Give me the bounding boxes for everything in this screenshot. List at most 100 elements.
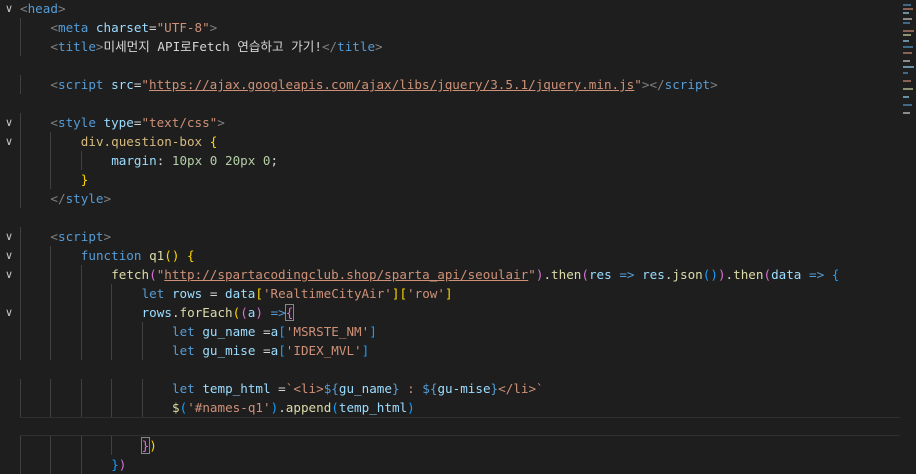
code-token: . xyxy=(725,267,734,282)
code-line[interactable]: ∨ <head> xyxy=(0,0,900,18)
indent-guide xyxy=(80,322,82,341)
code-line[interactable]: let gu_name =a['MSRSTE_NM'] xyxy=(0,322,900,341)
fold-chevron-icon[interactable]: ∨ xyxy=(5,265,15,284)
code-token: " xyxy=(634,77,642,92)
indent-guide xyxy=(50,246,52,265)
indent-guide xyxy=(20,113,21,132)
code-line[interactable]: <meta charset="UTF-8"> xyxy=(0,18,900,37)
minimap-stroke xyxy=(903,96,909,98)
code-token: > xyxy=(710,77,718,92)
code-text: <meta charset="UTF-8"> xyxy=(50,18,217,37)
code-token: } xyxy=(80,172,89,187)
code-line[interactable]: let gu_mise =a['IDEX_MVL'] xyxy=(0,341,900,360)
minimap-stroke xyxy=(903,30,914,32)
code-token: < xyxy=(50,20,58,35)
indent-guide xyxy=(50,132,52,151)
indent-guide xyxy=(50,341,52,360)
code-line[interactable] xyxy=(0,417,900,436)
code-token: res xyxy=(642,267,665,282)
indent-guide xyxy=(111,284,113,303)
code-line[interactable]: ∨ <style type="text/css"> xyxy=(0,113,900,132)
code-token: { xyxy=(187,248,195,263)
code-line[interactable]: ∨ div.question-box { xyxy=(0,132,900,151)
code-token: then xyxy=(551,267,582,282)
fold-chevron-icon[interactable]: ∨ xyxy=(5,303,15,322)
code-line[interactable]: let temp_html =`<li>${gu_name} : ${gu-mi… xyxy=(0,379,900,398)
code-token: ( xyxy=(331,400,339,415)
code-token: gu_name xyxy=(338,381,392,396)
code-token: = xyxy=(255,343,271,358)
indent-guide xyxy=(80,341,82,360)
code-line[interactable]: ∨ function q1() { xyxy=(0,246,900,265)
code-token: div.question-box xyxy=(80,134,203,149)
code-line[interactable]: }) xyxy=(0,455,900,474)
fold-chevron-icon[interactable]: ∨ xyxy=(5,0,15,18)
code-token: '#names-q1' xyxy=(187,400,271,415)
indent-guide xyxy=(111,379,113,398)
code-line[interactable]: <script src="https://ajax.googleapis.com… xyxy=(0,75,900,94)
code-token: [ xyxy=(278,324,286,339)
code-token: 0 xyxy=(262,153,271,168)
code-token: append xyxy=(285,400,332,415)
fold-chevron-icon[interactable]: ∨ xyxy=(5,246,15,265)
code-token: < xyxy=(50,39,58,54)
indent-guide xyxy=(50,303,52,322)
code-line[interactable] xyxy=(0,360,900,379)
code-text: <script src="https://ajax.googleapis.com… xyxy=(50,75,717,94)
code-text: <head> xyxy=(20,0,66,18)
code-text: $('#names-q1').append(temp_html) xyxy=(172,398,415,417)
fold-chevron-icon[interactable]: ∨ xyxy=(5,113,15,132)
code-token: ) xyxy=(255,305,263,320)
minimap-stroke xyxy=(903,60,910,62)
code-token: => xyxy=(619,267,635,282)
code-line[interactable] xyxy=(0,56,900,75)
fold-chevron-icon[interactable]: ∨ xyxy=(5,227,15,246)
minimap-stroke xyxy=(903,34,911,36)
code-token: fetch xyxy=(111,267,150,282)
minimap-stroke xyxy=(903,18,912,20)
code-token: ) xyxy=(717,267,726,282)
code-token: ] xyxy=(361,343,370,358)
indent-guide xyxy=(20,189,21,208)
code-text: }) xyxy=(111,455,126,474)
code-token: "text/css" xyxy=(141,115,218,130)
code-token: $ xyxy=(172,400,180,415)
code-token: margin xyxy=(111,153,157,168)
indent-guide xyxy=(111,303,113,322)
code-token: < xyxy=(20,1,28,16)
code-token: title xyxy=(57,39,96,54)
code-line[interactable] xyxy=(0,94,900,113)
code-line[interactable]: <title>미세먼지 API로Fetch 연습하고 가기!</title> xyxy=(0,37,900,56)
code-token: } xyxy=(391,381,400,396)
code-token: </li>` xyxy=(498,381,544,396)
code-token: ( xyxy=(149,267,157,282)
code-token: </ xyxy=(321,39,338,54)
code-line[interactable]: ∨ <script> xyxy=(0,227,900,246)
indent-guide xyxy=(20,37,21,56)
code-line[interactable]: </style> xyxy=(0,189,900,208)
fold-chevron-icon[interactable]: ∨ xyxy=(5,132,15,151)
code-token: 'MSRSTE_NM' xyxy=(285,324,370,339)
code-line[interactable] xyxy=(0,208,900,227)
indent-guide xyxy=(20,341,21,360)
code-line[interactable]: let rows = data['RealtimeCityAir']['row'… xyxy=(0,284,900,303)
code-token: type xyxy=(103,115,134,130)
minimap[interactable] xyxy=(900,0,916,460)
indent-guide xyxy=(20,75,21,94)
code-editor[interactable]: ∨ <head> <meta charset="UTF-8"> <title>미세먼지… xyxy=(0,0,900,474)
code-token: src xyxy=(111,77,134,92)
code-line[interactable]: margin: 10px 0 20px 0; xyxy=(0,151,900,170)
indent-guide xyxy=(141,398,143,417)
code-token: let xyxy=(172,324,195,339)
code-line[interactable]: }) xyxy=(0,436,900,455)
code-line[interactable]: $('#names-q1').append(temp_html) xyxy=(0,398,900,417)
code-line[interactable]: } xyxy=(0,170,900,189)
code-text: let gu_mise =a['IDEX_MVL'] xyxy=(172,341,369,360)
code-line[interactable]: ∨ rows.forEach((a) =>{ xyxy=(0,303,900,322)
code-line[interactable]: ∨ fetch("http://spartacodingclub.shop/spa… xyxy=(0,265,900,284)
code-text: <style type="text/css"> xyxy=(50,113,224,132)
